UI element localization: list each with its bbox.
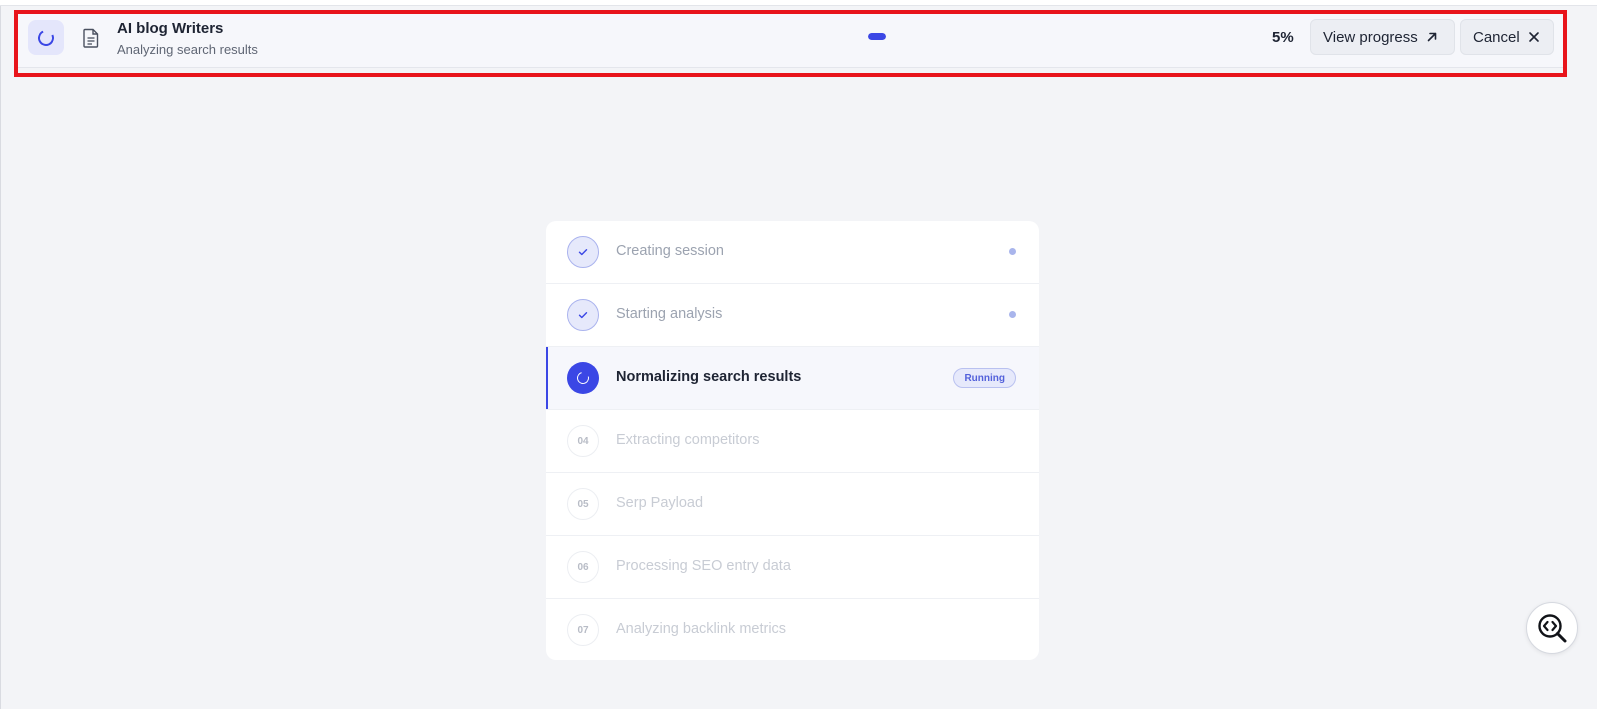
cancel-label: Cancel — [1473, 28, 1520, 46]
top-edge — [0, 0, 1597, 6]
spinner-icon — [28, 20, 64, 55]
document-icon — [83, 28, 99, 48]
code-search-icon — [1538, 614, 1567, 643]
progress-bar-fill — [868, 33, 886, 40]
progress-bar — [868, 33, 886, 40]
left-edge — [0, 6, 1, 709]
step-label: Extracting competitors — [616, 432, 760, 448]
cancel-button[interactable]: Cancel — [1460, 19, 1554, 55]
step-serp-payload: 05 Serp Payload — [546, 473, 1039, 536]
progress-banner: AI blog Writers Analyzing search results… — [18, 14, 1563, 68]
step-normalizing-search-results: Normalizing search results Running — [546, 347, 1039, 410]
view-progress-label: View progress — [1323, 28, 1418, 46]
step-number: 07 — [567, 614, 599, 646]
step-label: Analyzing backlink metrics — [616, 621, 787, 637]
step-analyzing-backlink-metrics: 07 Analyzing backlink metrics — [546, 599, 1039, 660]
step-label: Serp Payload — [616, 495, 704, 511]
step-number: 06 — [567, 551, 599, 583]
status-dot — [1009, 248, 1016, 255]
steps-card: Creating session Starting analysis Norma… — [546, 221, 1039, 660]
step-processing-seo-entry-data: 06 Processing SEO entry data — [546, 536, 1039, 599]
status-dot — [1009, 311, 1016, 318]
step-label: Processing SEO entry data — [616, 558, 791, 574]
spinner-icon — [567, 362, 599, 394]
arrow-up-right-icon — [1427, 32, 1437, 42]
check-icon — [567, 236, 599, 268]
step-starting-analysis: Starting analysis — [546, 284, 1039, 347]
task-status-text: Analyzing search results — [117, 42, 258, 57]
step-label: Creating session — [616, 243, 724, 259]
progress-percent: 5% — [1272, 29, 1294, 46]
code-search-widget-button[interactable] — [1526, 602, 1578, 654]
step-number: 05 — [567, 488, 599, 520]
step-number: 04 — [567, 425, 599, 457]
step-label: Normalizing search results — [616, 369, 802, 385]
status-badge: Running — [953, 368, 1016, 388]
view-progress-button[interactable]: View progress — [1310, 19, 1455, 55]
task-title: AI blog Writers — [117, 20, 224, 37]
step-creating-session: Creating session — [546, 221, 1039, 284]
close-icon — [1528, 32, 1539, 42]
step-label: Starting analysis — [616, 306, 723, 322]
step-extracting-competitors: 04 Extracting competitors — [546, 410, 1039, 473]
check-icon — [567, 299, 599, 331]
